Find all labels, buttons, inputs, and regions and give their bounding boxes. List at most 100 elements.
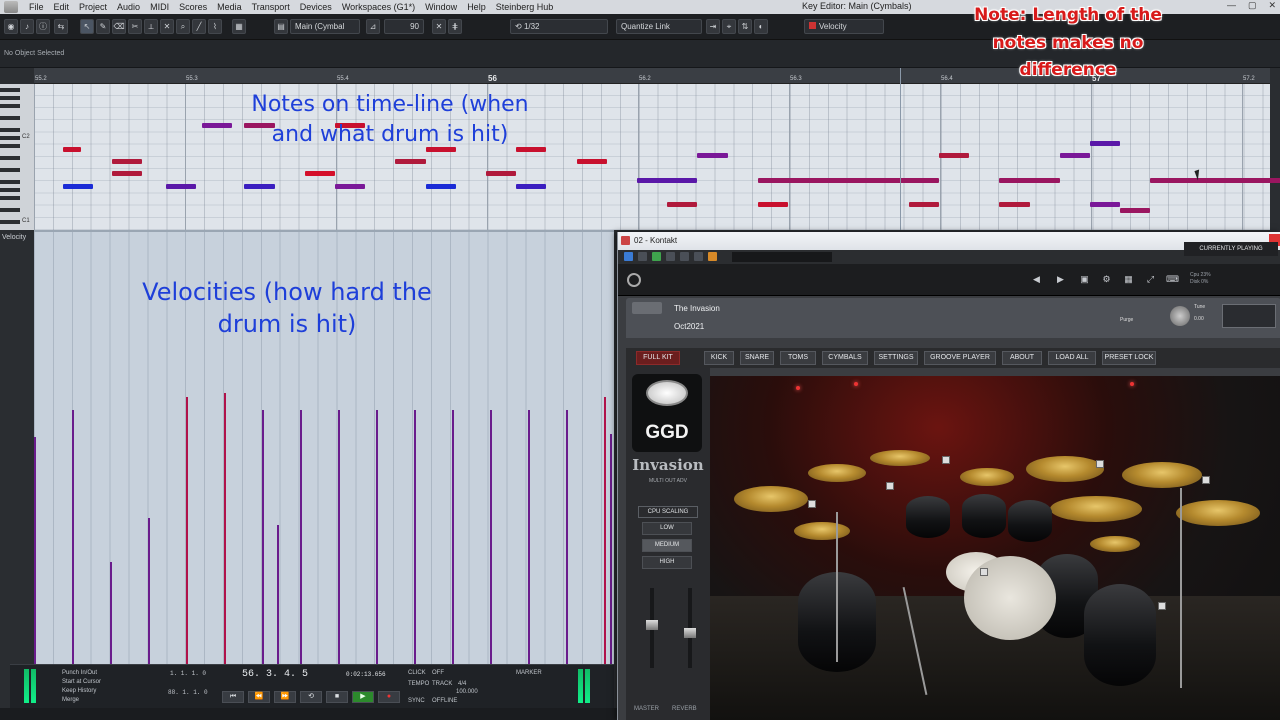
midi-note[interactable] [1090,201,1121,207]
cymbal-splash[interactable] [870,450,930,466]
switch-window-icon[interactable] [680,252,689,261]
black-key[interactable] [0,196,20,200]
cycle-icon[interactable]: ⟲ [300,691,322,703]
velocity-bar[interactable] [414,410,416,664]
right-locator-display[interactable]: 88. 1. 1. 0 [168,689,208,696]
mic-handle[interactable] [886,482,894,490]
midi-note[interactable] [165,183,197,189]
velocity-bar[interactable] [148,518,150,664]
menu-item[interactable]: File [24,2,49,12]
midi-note[interactable] [63,147,82,152]
auto-select-icon[interactable]: ▦ [232,19,246,34]
instrument-preset[interactable]: Oct2021 [674,322,704,331]
tab-groove-player[interactable]: GROOVE PLAYER [924,351,996,365]
time-signature-value[interactable]: 4/4 [458,681,466,687]
velocity-bar[interactable] [604,396,606,664]
time-warp-icon[interactable]: ⌇ [208,19,222,34]
midi-note[interactable] [1120,208,1151,213]
midi-note[interactable] [486,171,517,177]
preset-field[interactable] [732,252,832,262]
menu-item[interactable]: Workspaces (G1*) [337,2,420,12]
menu-item[interactable]: Scores [174,2,212,12]
cpu-option-high[interactable]: HIGH [642,556,692,569]
black-key[interactable] [0,88,20,92]
play-icon[interactable]: ▶ [352,691,374,703]
write-automation-icon[interactable] [666,252,675,261]
mic-handle[interactable] [1158,602,1166,610]
master-fader-handle[interactable] [646,620,658,630]
black-key[interactable] [0,168,20,172]
click-value[interactable]: OFF [432,670,444,676]
midi-note[interactable] [637,177,698,183]
midi-note[interactable] [111,159,142,165]
kontakt-titlebar[interactable]: 02 - Kontakt [618,232,1280,250]
black-key[interactable] [0,96,20,100]
cpu-option-low[interactable]: LOW [642,522,692,535]
midi-note[interactable] [757,201,788,207]
cpu-option-medium[interactable]: MEDIUM [642,539,692,552]
kontakt-settings-icon[interactable]: ⚙ [1100,273,1113,286]
grid-type-icon[interactable]: ⋕ [448,19,462,34]
controller-lane-field[interactable]: Velocity [804,19,884,34]
insert-velocity-field[interactable]: 90 [384,19,424,34]
black-key[interactable] [0,188,20,192]
velocity-bar[interactable] [610,433,612,664]
black-key[interactable] [0,156,20,160]
cubase-app-icon[interactable] [4,1,18,13]
instrument-options-icon[interactable] [632,302,662,314]
velocity-bar[interactable] [262,410,264,664]
trim-tool-icon[interactable]: ✂ [128,19,142,34]
tab-kick[interactable]: KICK [704,351,734,365]
kontakt-logo-icon[interactable] [627,273,641,287]
menu-item[interactable]: Steinberg Hub [491,2,559,12]
mic-handle[interactable] [1202,476,1210,484]
close-icon[interactable]: ✕ [1268,0,1276,11]
mic-handle[interactable] [980,568,988,576]
read-automation-icon[interactable] [652,252,661,261]
midi-note[interactable] [335,183,366,189]
black-key[interactable] [0,180,20,184]
tab-full-kit[interactable]: FULL KIT [636,351,680,365]
midi-note[interactable] [697,153,728,159]
black-key[interactable] [0,116,20,120]
step-input-icon[interactable]: ⇥ [706,19,720,34]
cymbal-small-right[interactable] [1090,536,1140,552]
mute-tool-icon[interactable]: ✕ [160,19,174,34]
tab-preset-lock[interactable]: PRESET LOCK [1102,351,1156,365]
velocity-bar[interactable] [72,410,74,664]
tab-settings[interactable]: SETTINGS [874,351,918,365]
show-info-icon[interactable]: ⓘ [36,19,50,34]
cymbal-china[interactable] [808,464,866,482]
menu-item[interactable]: MIDI [145,2,174,12]
midi-note[interactable] [304,171,335,177]
track-list-icon[interactable]: ▤ [274,19,288,34]
zoom-tool-icon[interactable]: ⌕ [176,19,190,34]
go-to-start-icon[interactable]: ⏮ [222,691,244,703]
velocity-bar[interactable] [300,410,302,664]
cymbal-crash-2[interactable] [960,468,1014,486]
velocity-bar[interactable] [376,410,378,664]
black-key[interactable] [0,220,20,224]
quantize-link-field[interactable]: Quantize Link [616,19,702,34]
midi-note[interactable] [1150,177,1280,183]
midi-note[interactable] [667,201,698,207]
velocity-bar[interactable] [338,410,340,664]
midi-note[interactable] [1090,140,1121,146]
velocity-bar[interactable] [34,437,36,664]
save-icon[interactable]: ▣ [1078,273,1091,286]
mic-handle[interactable] [808,500,816,508]
stop-icon[interactable]: ■ [326,691,348,703]
midi-note[interactable] [939,153,970,159]
black-key[interactable] [0,104,20,108]
cymbal-far-right[interactable] [1176,500,1260,526]
menu-item[interactable]: Devices [295,2,337,12]
midi-note[interactable] [111,171,142,177]
midi-note[interactable] [244,183,275,189]
erase-tool-icon[interactable]: ⌫ [112,19,126,34]
preset-menu-icon[interactable] [694,252,703,261]
quantize-preset-field[interactable]: ⟲ 1/32 [510,19,608,34]
project-cursor[interactable] [900,68,901,230]
sync-label[interactable]: SYNC [408,698,425,704]
cymbal-left-crash[interactable] [734,486,808,512]
bypass-icon[interactable] [624,252,633,261]
